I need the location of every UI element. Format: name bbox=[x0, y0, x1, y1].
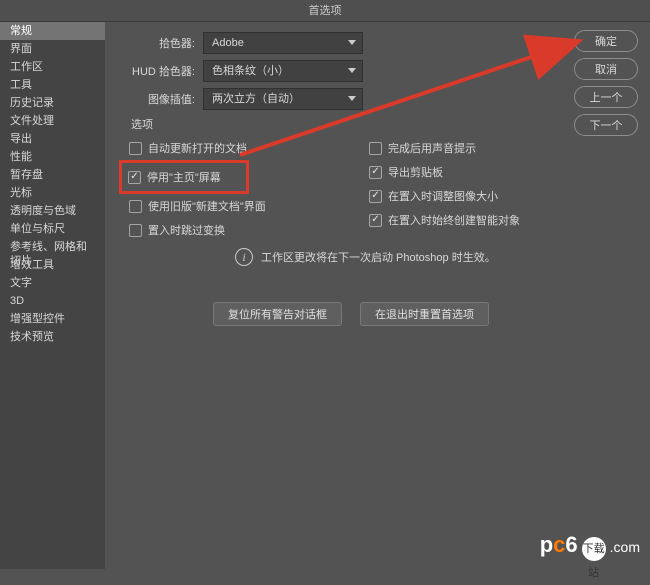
chevron-down-icon bbox=[348, 40, 356, 45]
checkbox-icon[interactable] bbox=[129, 200, 142, 213]
sidebar-item-3d[interactable]: 3D bbox=[0, 292, 105, 310]
checkbox-icon[interactable] bbox=[369, 190, 382, 203]
sidebar-item-guides[interactable]: 参考线、网格和切片 bbox=[0, 238, 105, 256]
sidebar-item-general[interactable]: 常规 bbox=[0, 22, 105, 40]
color-picker-label: 拾色器: bbox=[125, 35, 195, 51]
interpolation-label: 图像插值: bbox=[125, 91, 195, 107]
checkbox-icon[interactable] bbox=[369, 214, 382, 227]
hud-picker-value: 色相条纹（小） bbox=[212, 65, 289, 77]
dialog-buttons: 确定 取消 上一个 下一个 bbox=[574, 30, 638, 136]
opt-skip-transform[interactable]: 置入时跳过变换 bbox=[125, 218, 335, 242]
reset-on-quit-button[interactable]: 在退出时重置首选项 bbox=[360, 302, 489, 326]
action-buttons: 复位所有警告对话框 在退出时重置首选项 bbox=[213, 302, 640, 326]
ok-button[interactable]: 确定 bbox=[574, 30, 638, 52]
sidebar-item-export[interactable]: 导出 bbox=[0, 130, 105, 148]
opt-label: 停用"主页"屏幕 bbox=[147, 169, 221, 185]
sidebar: 常规 界面 工作区 工具 历史记录 文件处理 导出 性能 暂存盘 光标 透明度与… bbox=[0, 22, 105, 569]
sidebar-item-workspace[interactable]: 工作区 bbox=[0, 58, 105, 76]
chevron-down-icon bbox=[348, 68, 356, 73]
opt-export-clipboard[interactable]: 导出剪贴板 bbox=[365, 160, 575, 184]
opt-legacy-newdoc[interactable]: 使用旧版"新建文档"界面 bbox=[125, 194, 335, 218]
interpolation-select[interactable]: 两次立方（自动） bbox=[203, 88, 363, 110]
opt-label: 在置入时调整图像大小 bbox=[388, 188, 498, 204]
options-col-right: 完成后用声音提示 导出剪贴板 在置入时调整图像大小 在置入时始终创建智能对象 bbox=[365, 136, 575, 242]
watermark: pc6 下载站 .com bbox=[540, 532, 640, 561]
opt-label: 在置入时始终创建智能对象 bbox=[388, 212, 520, 228]
opt-label: 自动更新打开的文档 bbox=[148, 140, 247, 156]
cancel-button[interactable]: 取消 bbox=[574, 58, 638, 80]
color-picker-select[interactable]: Adobe bbox=[203, 32, 363, 54]
content: 确定 取消 上一个 下一个 拾色器: Adobe HUD 拾色器: 色相条纹（小… bbox=[105, 22, 650, 569]
sidebar-item-units[interactable]: 单位与标尺 bbox=[0, 220, 105, 238]
color-picker-value: Adobe bbox=[212, 37, 244, 49]
options-col-left: 自动更新打开的文档 停用"主页"屏幕 使用旧版"新建文档"界面 置入时跳过变换 bbox=[125, 136, 335, 242]
info-note-row: i 工作区更改将在下一次启动 Photoshop 时生效。 bbox=[235, 248, 640, 266]
wm-p: p bbox=[540, 532, 553, 557]
checkbox-icon[interactable] bbox=[129, 142, 142, 155]
options-area: 自动更新打开的文档 停用"主页"屏幕 使用旧版"新建文档"界面 置入时跳过变换 bbox=[125, 136, 575, 242]
sidebar-item-preview[interactable]: 技术预览 bbox=[0, 328, 105, 346]
checkbox-icon[interactable] bbox=[129, 224, 142, 237]
reset-warnings-button[interactable]: 复位所有警告对话框 bbox=[213, 302, 342, 326]
sidebar-item-tools[interactable]: 工具 bbox=[0, 76, 105, 94]
wm-6: 6 bbox=[565, 532, 577, 557]
sidebar-item-interface[interactable]: 界面 bbox=[0, 40, 105, 58]
info-note-text: 工作区更改将在下一次启动 Photoshop 时生效。 bbox=[261, 249, 496, 265]
options-group-label: 选项 bbox=[131, 116, 640, 132]
sidebar-item-cursors[interactable]: 光标 bbox=[0, 184, 105, 202]
sidebar-item-transparency[interactable]: 透明度与色域 bbox=[0, 202, 105, 220]
interpolation-value: 两次立方（自动） bbox=[212, 93, 300, 105]
wm-com: .com bbox=[610, 539, 640, 555]
opt-smart-place[interactable]: 在置入时始终创建智能对象 bbox=[365, 208, 575, 232]
opt-label: 完成后用声音提示 bbox=[388, 140, 476, 156]
window-title: 首选项 bbox=[0, 0, 650, 22]
sidebar-item-filehandling[interactable]: 文件处理 bbox=[0, 112, 105, 130]
opt-disable-home[interactable]: 停用"主页"屏幕 bbox=[124, 165, 244, 189]
wm-badge: 下载站 bbox=[582, 537, 606, 561]
sidebar-item-scratch[interactable]: 暂存盘 bbox=[0, 166, 105, 184]
opt-label: 导出剪贴板 bbox=[388, 164, 443, 180]
hud-picker-label: HUD 拾色器: bbox=[125, 63, 195, 79]
checkbox-icon[interactable] bbox=[369, 166, 382, 179]
next-button[interactable]: 下一个 bbox=[574, 114, 638, 136]
prev-button[interactable]: 上一个 bbox=[574, 86, 638, 108]
info-icon: i bbox=[235, 248, 253, 266]
opt-label: 置入时跳过变换 bbox=[148, 222, 225, 238]
main: 常规 界面 工作区 工具 历史记录 文件处理 导出 性能 暂存盘 光标 透明度与… bbox=[0, 22, 650, 569]
hud-picker-select[interactable]: 色相条纹（小） bbox=[203, 60, 363, 82]
sidebar-item-enhanced[interactable]: 增强型控件 bbox=[0, 310, 105, 328]
opt-beep[interactable]: 完成后用声音提示 bbox=[365, 136, 575, 160]
checkbox-icon[interactable] bbox=[128, 171, 141, 184]
sidebar-item-plugins[interactable]: 增效工具 bbox=[0, 256, 105, 274]
checkbox-icon[interactable] bbox=[369, 142, 382, 155]
sidebar-item-type[interactable]: 文字 bbox=[0, 274, 105, 292]
opt-auto-update[interactable]: 自动更新打开的文档 bbox=[125, 136, 335, 160]
opt-label: 使用旧版"新建文档"界面 bbox=[148, 198, 266, 214]
highlight-box: 停用"主页"屏幕 bbox=[119, 160, 249, 194]
sidebar-item-history[interactable]: 历史记录 bbox=[0, 94, 105, 112]
opt-resize-place[interactable]: 在置入时调整图像大小 bbox=[365, 184, 575, 208]
chevron-down-icon bbox=[348, 96, 356, 101]
sidebar-item-performance[interactable]: 性能 bbox=[0, 148, 105, 166]
wm-c: c bbox=[553, 532, 565, 557]
